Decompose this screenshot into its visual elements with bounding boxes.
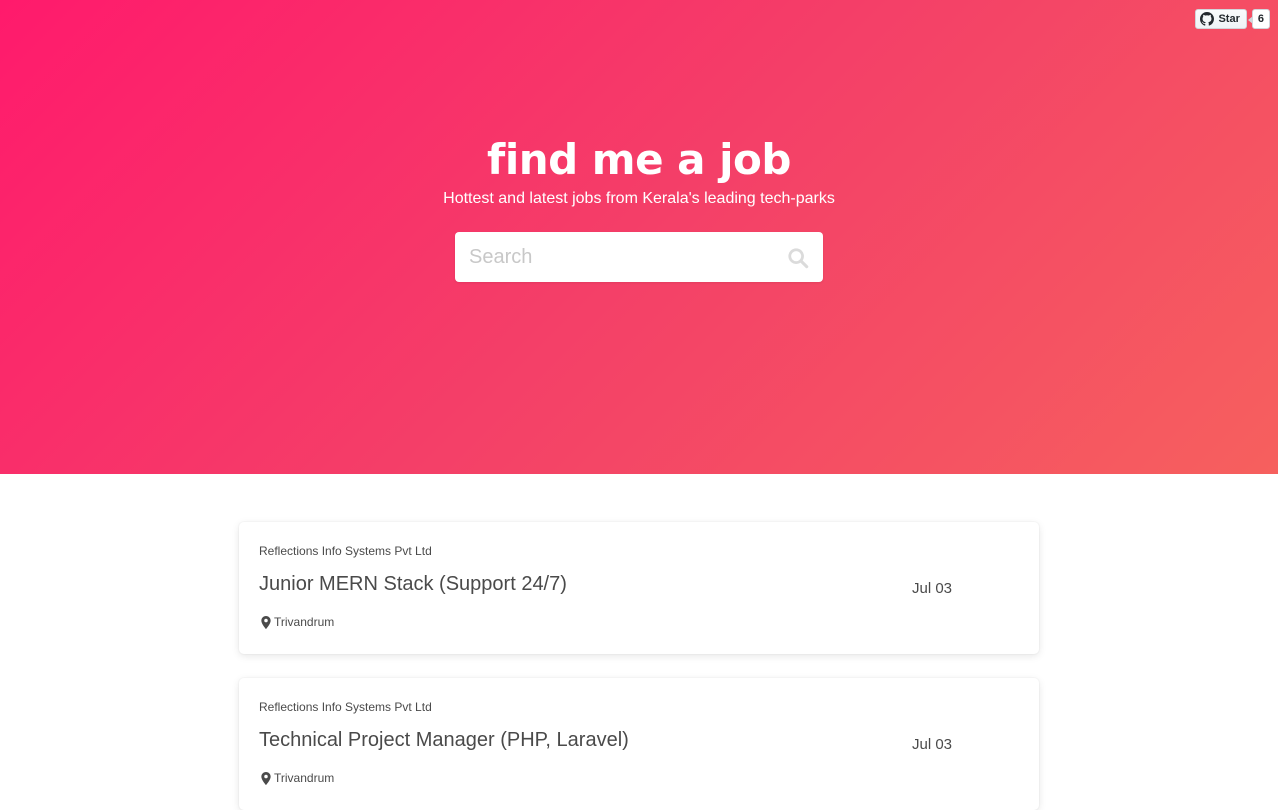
- job-date: Jul 03: [912, 736, 953, 753]
- github-star-widget: Star 6: [1195, 9, 1270, 29]
- tagline: Hottest and latest jobs from Kerala's le…: [443, 190, 835, 207]
- job-card[interactable]: Reflections Info Systems Pvt Ltd Technic…: [239, 678, 1039, 810]
- job-title[interactable]: Junior MERN Stack (Support 24/7): [259, 573, 567, 596]
- search-input[interactable]: [455, 232, 775, 282]
- job-location: Trivandrum: [261, 771, 334, 785]
- job-location: Trivandrum: [261, 615, 334, 629]
- map-marker-icon: [261, 771, 271, 785]
- github-star-button[interactable]: Star: [1195, 9, 1247, 29]
- search-box: [455, 232, 823, 282]
- job-company: Reflections Info Systems Pvt Ltd: [259, 700, 432, 714]
- job-company: Reflections Info Systems Pvt Ltd: [259, 544, 432, 558]
- github-icon: [1200, 12, 1215, 26]
- github-star-label: Star: [1218, 13, 1240, 25]
- job-date: Jul 03: [912, 580, 953, 597]
- hero-banner: Star 6 find me a job Hottest and latest …: [0, 0, 1278, 474]
- site-logo: find me a job: [487, 135, 791, 184]
- job-card[interactable]: Reflections Info Systems Pvt Ltd Junior …: [239, 522, 1039, 654]
- github-star-count[interactable]: 6: [1247, 9, 1270, 29]
- job-location-label: Trivandrum: [274, 771, 335, 785]
- map-marker-icon: [261, 615, 271, 629]
- job-location-label: Trivandrum: [274, 615, 335, 629]
- search-icon[interactable]: [787, 247, 809, 269]
- job-title[interactable]: Technical Project Manager (PHP, Laravel): [259, 729, 629, 752]
